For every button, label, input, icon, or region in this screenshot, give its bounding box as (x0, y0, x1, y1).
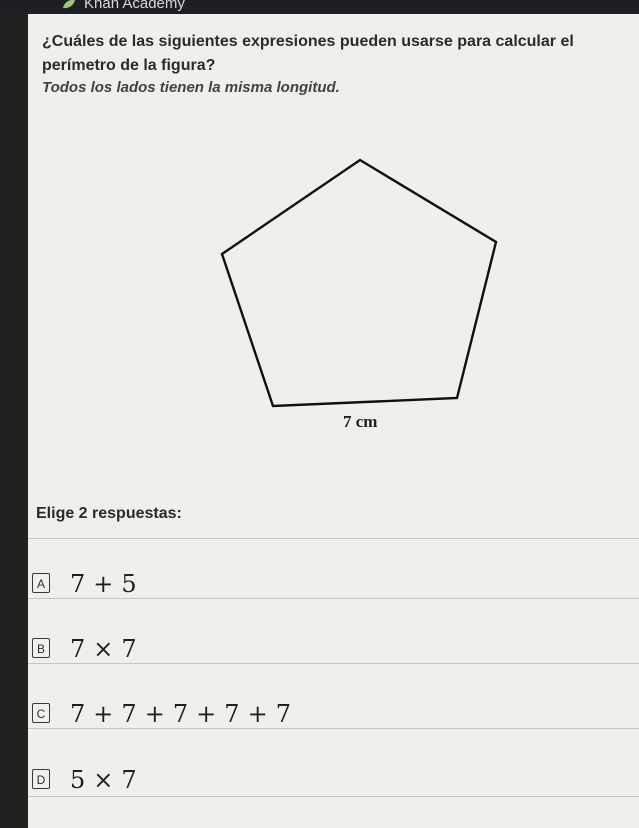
left-edge-bar (0, 14, 28, 828)
choice-c-box[interactable]: C (32, 703, 50, 723)
divider-1 (28, 538, 639, 539)
choice-b-box[interactable]: B (32, 638, 50, 658)
brand-name: Khan Academy (84, 0, 185, 12)
brand: Khan Academy (62, 0, 185, 12)
divider-4 (28, 728, 639, 729)
pentagon-figure: 7 cm (210, 150, 510, 440)
choice-a-expression: 7 + 5 (70, 570, 137, 598)
choice-c-expression: 7 + 7 + 7 + 7 + 7 (70, 700, 292, 728)
choice-d-expression: 5 × 7 (70, 766, 137, 794)
top-bar: Khan Academy (0, 0, 639, 14)
divider-3 (28, 663, 639, 664)
pentagon-shape (220, 158, 498, 408)
divider-2 (28, 598, 639, 599)
answer-option-b[interactable]: B 7 × 7 (28, 625, 639, 681)
choice-b-expression: 7 × 7 (70, 635, 137, 663)
answer-option-d[interactable]: D 5 × 7 (28, 756, 639, 812)
answer-option-c[interactable]: C 7 + 7 + 7 + 7 + 7 (28, 690, 639, 746)
answer-option-a[interactable]: A 7 + 5 (28, 560, 639, 616)
divider-5 (28, 796, 639, 797)
choice-d-box[interactable]: D (32, 769, 50, 789)
side-length-label: 7 cm (343, 412, 378, 431)
question-text: ¿Cuáles de las siguientes expresiones pu… (42, 33, 574, 74)
choice-a-box[interactable]: A (32, 573, 50, 593)
answers-title: Elige 2 respuestas: (36, 505, 182, 522)
question-hint: Todos los lados tienen la misma longitud… (42, 79, 340, 96)
khan-academy-leaf-icon (62, 0, 76, 9)
